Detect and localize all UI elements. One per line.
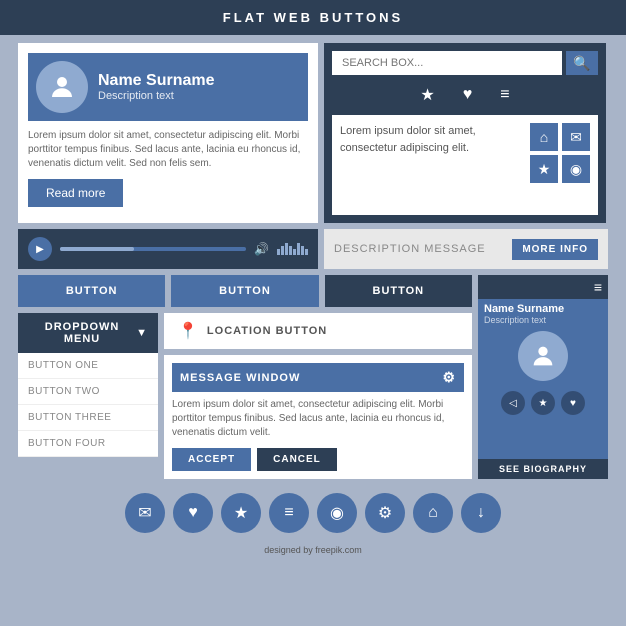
mobile-heart-button[interactable]: ♥ xyxy=(561,391,585,415)
rss-circle-button[interactable]: ◉ xyxy=(317,493,357,533)
buttons-row: BUTTON BUTTON BUTTON DROPDOWN MENU ▼ BUT… xyxy=(18,275,608,479)
more-info-button[interactable]: MORE INFO xyxy=(512,239,598,260)
location-msg-col: 📍 LOCATION BUTTON MESSAGE WINDOW ⚙ Lorem… xyxy=(164,313,472,479)
icon-circles-row: ✉ ♥ ★ ≡ ◉ ⚙ ⌂ ↓ xyxy=(18,485,608,537)
dropdown-section: DROPDOWN MENU ▼ BUTTON ONE BUTTON TWO BU… xyxy=(18,313,158,479)
message-title: MESSAGE WINDOW xyxy=(180,372,300,384)
vbar3 xyxy=(285,243,288,255)
home-icon-button[interactable]: ⌂ xyxy=(530,123,558,151)
vbar1 xyxy=(277,249,280,255)
volume-bars xyxy=(277,243,308,255)
heart-circle-button[interactable]: ♥ xyxy=(173,493,213,533)
description-bar: DESCRIPTION MESSAGE MORE INFO xyxy=(324,229,608,269)
profile-body: Lorem ipsum dolor sit amet, consectetur … xyxy=(28,121,308,213)
vbar2 xyxy=(281,246,284,255)
buttons-section: BUTTON BUTTON BUTTON DROPDOWN MENU ▼ BUT… xyxy=(18,275,472,479)
profile-info: Name Surname Description text xyxy=(98,72,215,102)
footer-text: designed by freepik.com xyxy=(264,545,362,555)
mobile-card: ≡ Name Surname Description text ◁ ★ ♥ SE… xyxy=(478,275,608,479)
vbar6 xyxy=(297,243,300,255)
volume-icon: 🔊 xyxy=(254,242,269,256)
description-label: DESCRIPTION MESSAGE xyxy=(334,243,486,255)
player-row: ▶ 🔊 DESCRIPTION MESSAGE MORE INFO xyxy=(18,229,608,269)
info-lorem: Lorem ipsum dolor sit amet, consectetur … xyxy=(340,123,522,207)
mobile-menu-icon[interactable]: ≡ xyxy=(594,279,602,295)
star-icon-btn[interactable]: ★ xyxy=(408,81,446,109)
message-window: MESSAGE WINDOW ⚙ Lorem ipsum dolor sit a… xyxy=(164,355,472,479)
dropdown-item-4[interactable]: BUTTON FOUR xyxy=(18,431,158,457)
progress-track[interactable] xyxy=(60,247,246,251)
info-icon-grid: ⌂ ✉ ★ ◉ xyxy=(530,123,590,183)
mobile-avatar xyxy=(518,331,568,381)
mobile-share-button[interactable]: ◁ xyxy=(501,391,525,415)
profile-description: Description text xyxy=(98,90,215,102)
menu-icon-btn[interactable]: ≡ xyxy=(488,81,521,109)
page-title: FLAT WEB BUTTONS xyxy=(223,10,403,25)
cancel-button[interactable]: CANCEL xyxy=(257,448,337,471)
location-button[interactable]: 📍 LOCATION BUTTON xyxy=(164,313,472,349)
progress-fill xyxy=(60,247,134,251)
main-buttons: BUTTON BUTTON BUTTON xyxy=(18,275,472,307)
dropdown-item-2[interactable]: BUTTON TWO xyxy=(18,379,158,405)
profile-name: Name Surname xyxy=(98,72,215,90)
play-button[interactable]: ▶ xyxy=(28,237,52,261)
dropdown-item-3[interactable]: BUTTON THREE xyxy=(18,405,158,431)
search-panel: 🔍 ★ ♥ ≡ Lorem ipsum dolor sit amet, cons… xyxy=(324,43,606,223)
vbar8 xyxy=(305,249,308,255)
profile-top: Name Surname Description text xyxy=(28,53,308,121)
player-bar: ▶ 🔊 xyxy=(18,229,318,269)
star-circle-button[interactable]: ★ xyxy=(221,493,261,533)
location-icon: 📍 xyxy=(178,321,199,341)
mobile-card-header: ≡ xyxy=(478,275,608,299)
page-header: FLAT WEB BUTTONS xyxy=(0,0,626,35)
search-button[interactable]: 🔍 xyxy=(566,51,598,75)
mobile-star-button[interactable]: ★ xyxy=(531,391,555,415)
mobile-footer[interactable]: SEE BIOGRAPHY xyxy=(478,459,608,479)
message-actions: ACCEPT CANCEL xyxy=(172,448,464,471)
read-more-button[interactable]: Read more xyxy=(28,179,123,207)
vbar5 xyxy=(293,249,296,255)
avatar xyxy=(36,61,88,113)
rss-icon-button[interactable]: ◉ xyxy=(562,155,590,183)
dropdown-toggle[interactable]: DROPDOWN MENU ▼ xyxy=(18,313,158,353)
row5: DROPDOWN MENU ▼ BUTTON ONE BUTTON TWO BU… xyxy=(18,313,472,479)
accept-button[interactable]: ACCEPT xyxy=(172,448,251,471)
search-row: 🔍 xyxy=(332,51,598,75)
dropdown-arrow-icon: ▼ xyxy=(136,327,148,339)
freepik-footer: designed by freepik.com xyxy=(18,543,608,557)
mobile-profile-name: Name Surname xyxy=(478,299,608,315)
gear-circle-button[interactable]: ⚙ xyxy=(365,493,405,533)
search-icon-row: ★ ♥ ≡ xyxy=(332,81,598,109)
button-2[interactable]: BUTTON xyxy=(171,275,318,307)
vbar7 xyxy=(301,246,304,255)
star-icon-button[interactable]: ★ xyxy=(530,155,558,183)
mail-circle-button[interactable]: ✉ xyxy=(125,493,165,533)
dropdown-label: DROPDOWN MENU xyxy=(28,321,136,345)
info-section: Lorem ipsum dolor sit amet, consectetur … xyxy=(332,115,598,215)
gear-icon[interactable]: ⚙ xyxy=(442,369,456,386)
search-input[interactable] xyxy=(332,51,562,75)
button-3[interactable]: BUTTON xyxy=(325,275,472,307)
mobile-profile-desc: Description text xyxy=(478,315,608,325)
download-circle-button[interactable]: ↓ xyxy=(461,493,501,533)
profile-card: Name Surname Description text Lorem ipsu… xyxy=(18,43,318,223)
menu-circle-button[interactable]: ≡ xyxy=(269,493,309,533)
dropdown-item-1[interactable]: BUTTON ONE xyxy=(18,353,158,379)
home-circle-button[interactable]: ⌂ xyxy=(413,493,453,533)
mobile-actions: ◁ ★ ♥ xyxy=(478,387,608,419)
location-label: LOCATION BUTTON xyxy=(207,325,327,337)
profile-lorem: Lorem ipsum dolor sit amet, consectetur … xyxy=(28,129,308,171)
vbar4 xyxy=(289,246,292,255)
heart-icon-btn[interactable]: ♥ xyxy=(451,81,485,109)
message-header: MESSAGE WINDOW ⚙ xyxy=(172,363,464,392)
message-body: Lorem ipsum dolor sit amet, consectetur … xyxy=(172,398,464,440)
mail-icon-button[interactable]: ✉ xyxy=(562,123,590,151)
button-1[interactable]: BUTTON xyxy=(18,275,165,307)
